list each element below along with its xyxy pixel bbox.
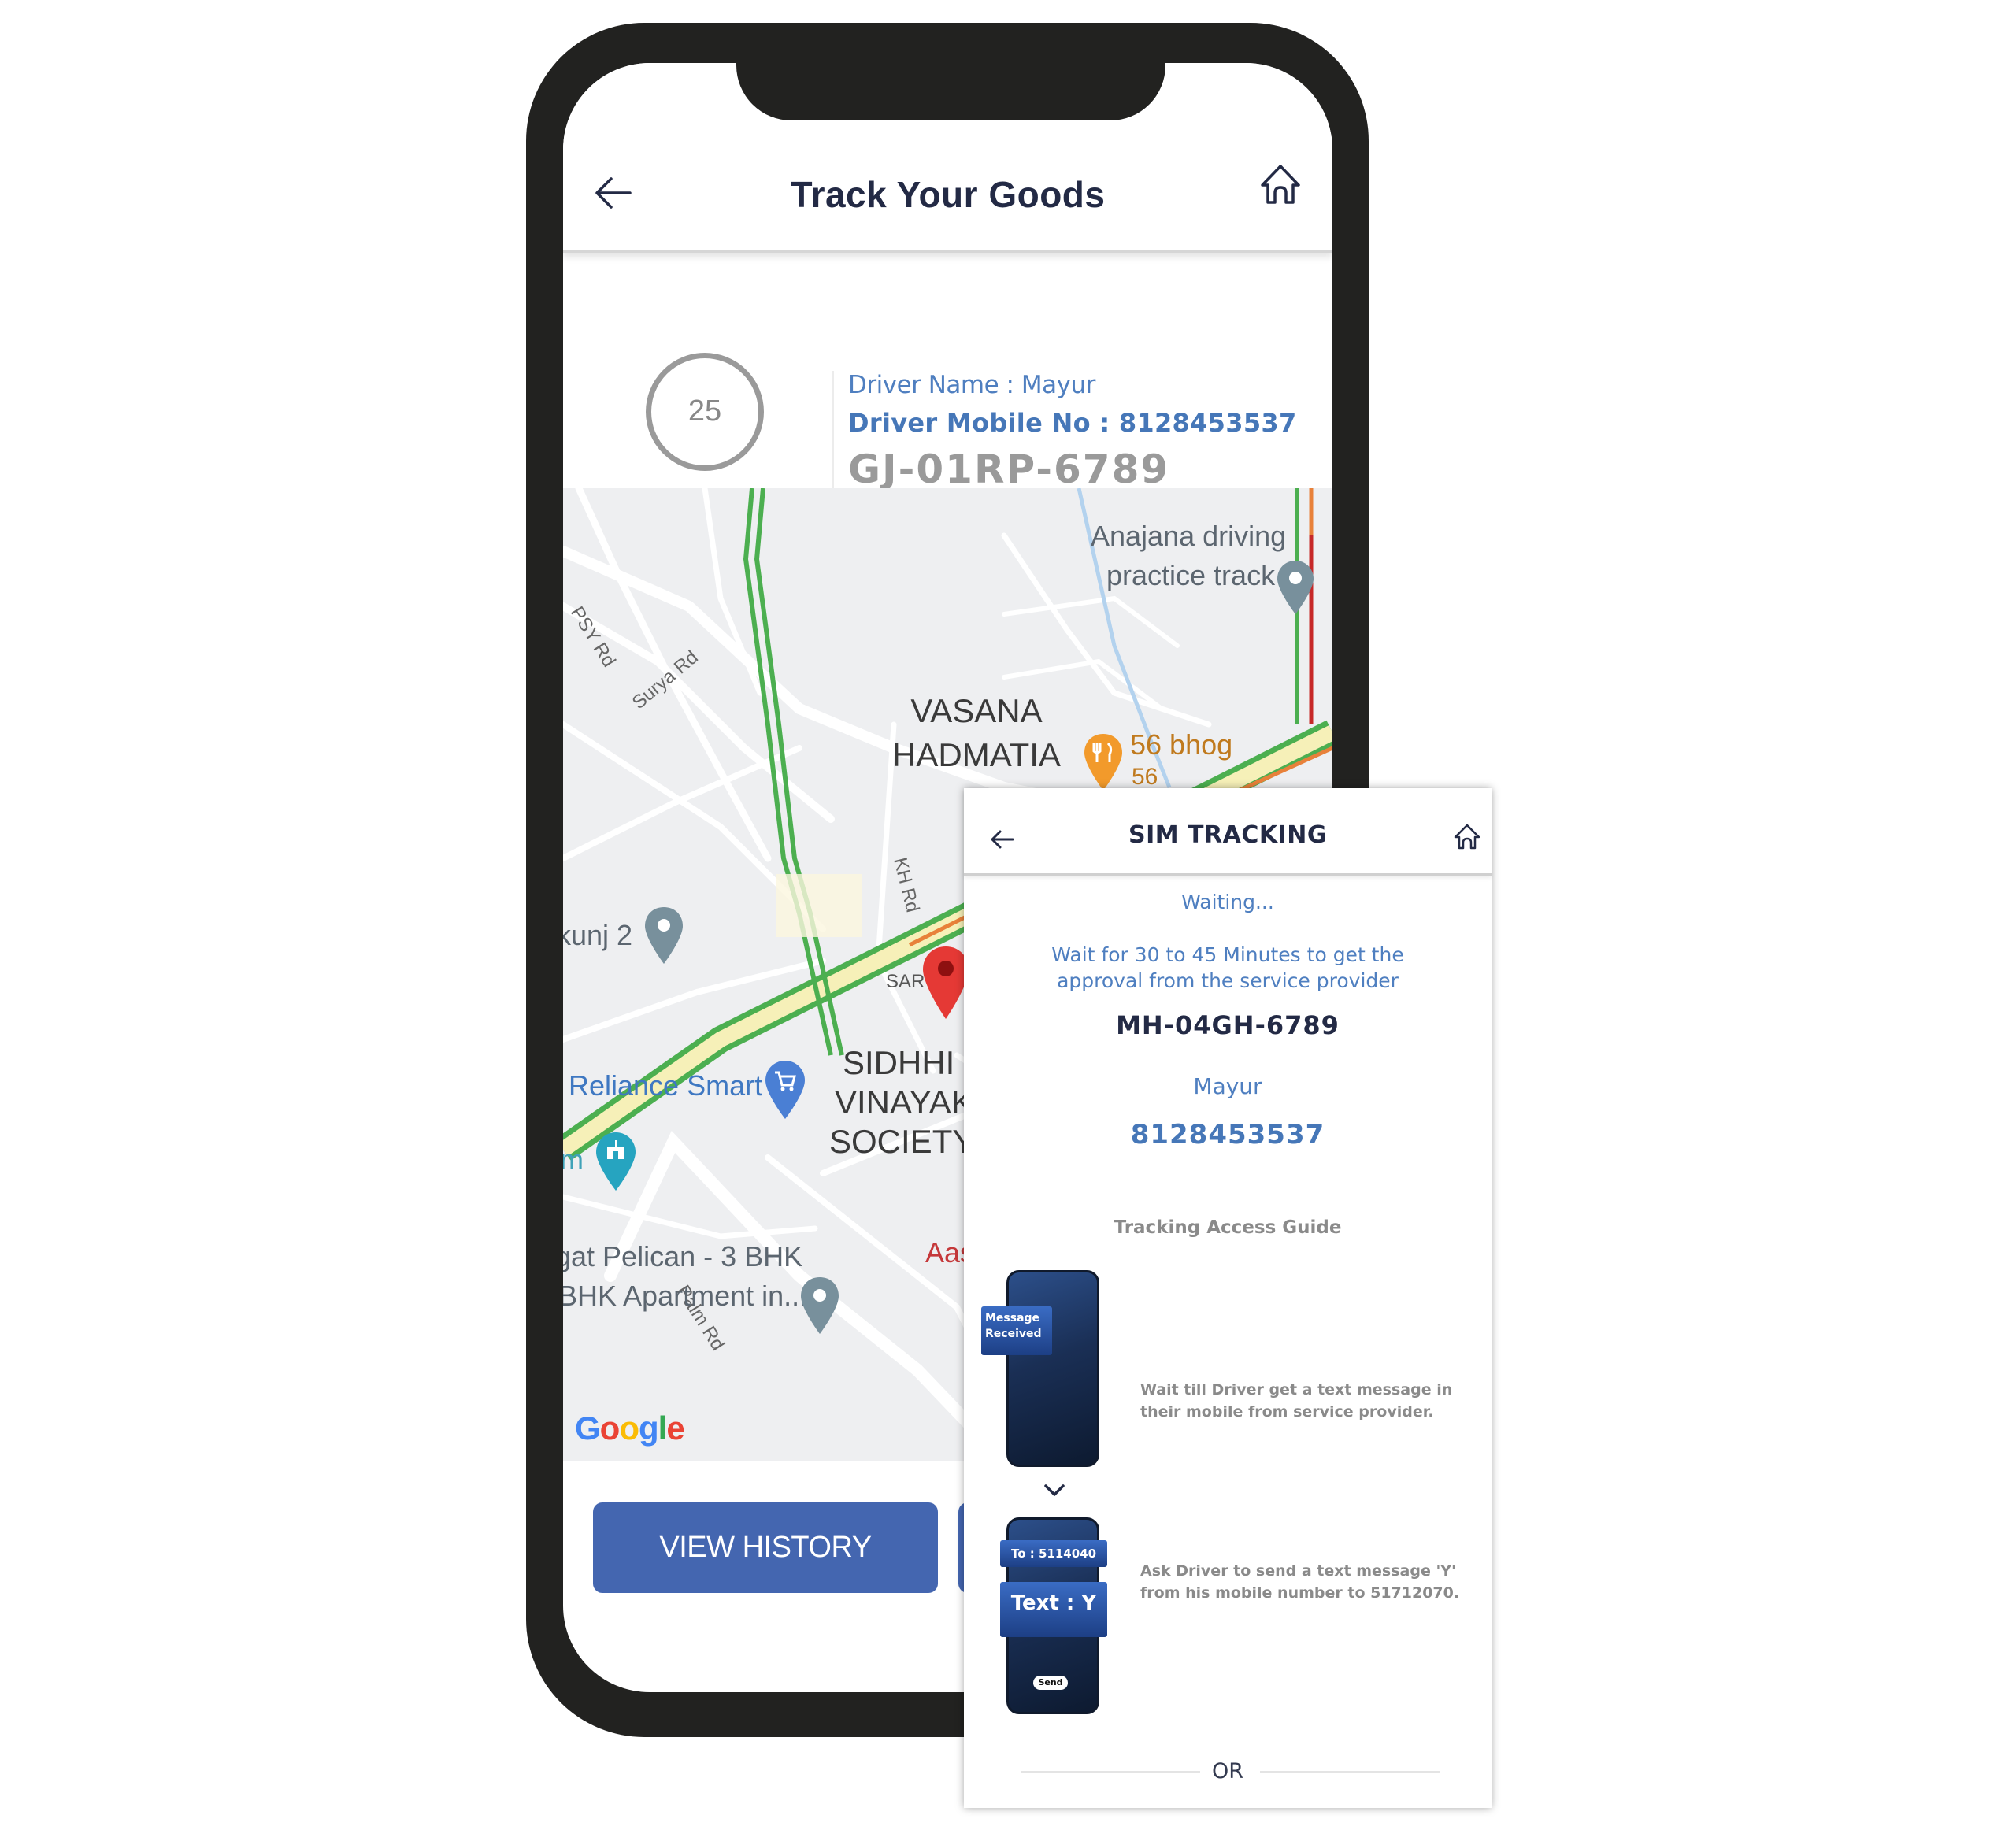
step-1-text: Wait till Driver get a text message in t…	[1140, 1381, 1453, 1421]
museum-pin-icon[interactable]	[595, 1131, 637, 1192]
map-label-sar: SAR	[886, 971, 925, 992]
map-label-pelican-2: BHK Apartment in...	[563, 1280, 808, 1312]
text-y-badge: Text : Y	[1000, 1582, 1107, 1637]
remaining-count: 25	[687, 395, 722, 428]
map-label-m: m	[563, 1143, 584, 1176]
google-letter: G	[575, 1410, 601, 1447]
shopping-cart-pin-icon[interactable]	[764, 1059, 806, 1121]
google-letter: g	[638, 1410, 659, 1447]
step-2-text: Ask Driver to send a text message 'Y' fr…	[1140, 1562, 1460, 1602]
guide-title: Tracking Access Guide	[1114, 1217, 1342, 1238]
sim-header: SIM TRACKING	[964, 788, 1492, 876]
to-number-badge: To : 5114040	[1000, 1540, 1107, 1567]
divider-line	[1260, 1771, 1440, 1773]
map-label-56: 56	[1132, 764, 1158, 790]
google-letter: l	[658, 1410, 668, 1447]
vehicle-number: GJ-01RP-6789	[848, 446, 1170, 492]
home-icon[interactable]	[1256, 161, 1305, 210]
message-received-badge: Message Received	[981, 1306, 1052, 1355]
driver-phone[interactable]: 8128453537	[964, 1119, 1492, 1150]
chevron-down-icon	[1044, 1484, 1065, 1496]
map-label-anajana: Anajana driving	[1091, 520, 1287, 552]
location-marker-icon[interactable]	[921, 945, 970, 1021]
google-letter: o	[599, 1410, 621, 1447]
google-logo: Google	[575, 1410, 685, 1447]
wait-message: Wait for 30 to 45 Minutes to get the app…	[1051, 943, 1404, 992]
driver-mobile[interactable]: Driver Mobile No : 8128453537	[848, 408, 1297, 438]
map-pin-icon[interactable]	[1276, 559, 1315, 616]
sim-title: SIM TRACKING	[1128, 821, 1327, 849]
map-label-hadmatia: HADMATIA	[892, 736, 1061, 773]
send-button-illustration: Send	[1033, 1676, 1068, 1690]
map-label-kunj: kunj 2	[563, 919, 633, 951]
driver-name: Driver Name : Mayur	[848, 371, 1095, 399]
driver-info-section: 25 Remaining Driver Name : Mayur Driver …	[563, 253, 1332, 528]
map-label-anajana-2: practice track	[1106, 559, 1276, 591]
google-letter: e	[666, 1410, 684, 1447]
map-label-pelican: gat Pelican - 3 BHK	[563, 1240, 803, 1272]
sim-tracking-panel: SIM TRACKING Waiting... Wait for 30 to 4…	[964, 788, 1492, 1808]
google-letter: o	[619, 1410, 639, 1447]
map-pin-icon[interactable]	[799, 1276, 840, 1335]
map-pin-icon[interactable]	[643, 906, 684, 965]
map-label-reliance: Reliance Smart	[569, 1069, 763, 1102]
phone-illustration	[1006, 1270, 1099, 1467]
view-history-button[interactable]: VIEW HISTORY	[593, 1502, 938, 1593]
map-label-56-bhog: 56 bhog	[1130, 728, 1233, 761]
home-icon[interactable]	[1452, 822, 1482, 852]
driver-name: Mayur	[1193, 1073, 1262, 1099]
vehicle-number: MH-04GH-6789	[1116, 1010, 1340, 1040]
page-title: Track Your Goods	[790, 174, 1106, 215]
status-text: Waiting...	[1181, 891, 1274, 913]
phone-notch	[736, 31, 1166, 120]
restaurant-pin-icon[interactable]	[1083, 732, 1124, 792]
map-label-vasana: VASANA	[910, 692, 1043, 729]
